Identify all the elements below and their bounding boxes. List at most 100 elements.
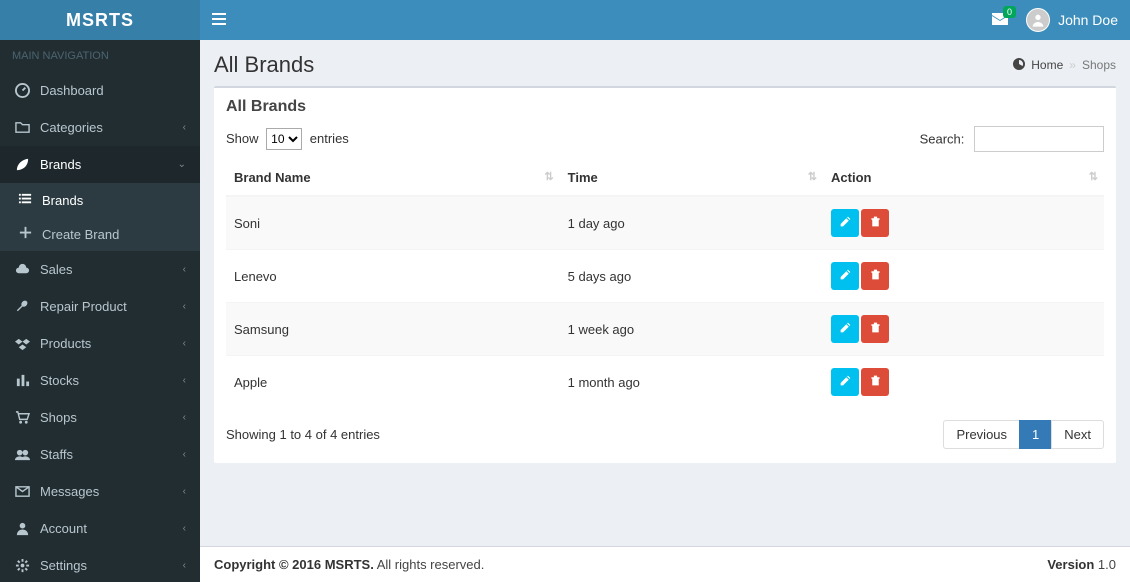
chevron-left-icon: ‹	[183, 486, 186, 497]
column-label: Action	[831, 170, 871, 185]
pencil-icon	[839, 374, 852, 390]
leaf-icon	[14, 157, 30, 172]
sidebar-item-shops[interactable]: Shops‹	[0, 399, 200, 436]
datatable-info: Showing 1 to 4 of 4 entries	[226, 427, 380, 442]
column-action[interactable]: Action⇅	[823, 160, 1104, 196]
sidebar-item-dashboard[interactable]: Dashboard	[0, 72, 200, 109]
sidebar-item-account[interactable]: Account‹	[0, 510, 200, 547]
sidebar-item-label: Brands	[40, 157, 81, 172]
datatable-bottom: Showing 1 to 4 of 4 entries Previous1Nex…	[226, 420, 1104, 449]
main-header: MSRTS 0 John Doe	[0, 0, 1130, 40]
sidebar-item-label: Account	[40, 521, 87, 536]
box: All Brands Show 10 entries Search:	[214, 86, 1116, 463]
cell-action	[823, 250, 1104, 303]
chevron-left-icon: ‹	[183, 122, 186, 133]
delete-button[interactable]	[861, 262, 889, 290]
wrench-icon	[14, 299, 30, 314]
cell-brand-name: Apple	[226, 356, 560, 409]
cell-time: 1 week ago	[560, 303, 823, 356]
sidebar-item-label: Stocks	[40, 373, 79, 388]
sidebar-subitem-create-brand[interactable]: Create Brand	[0, 217, 200, 251]
trash-icon	[869, 215, 882, 231]
nav-user[interactable]: John Doe	[1026, 8, 1118, 32]
cell-brand-name: Lenevo	[226, 250, 560, 303]
cell-action	[823, 196, 1104, 250]
content: All Brands Show 10 entries Search:	[200, 86, 1130, 582]
user-name: John Doe	[1058, 12, 1118, 28]
sidebar-item-sales[interactable]: Sales‹	[0, 251, 200, 288]
delete-button[interactable]	[861, 368, 889, 396]
delete-button[interactable]	[861, 209, 889, 237]
pencil-icon	[839, 215, 852, 231]
sidebar-item-repair-product[interactable]: Repair Product‹	[0, 288, 200, 325]
footer-copyright: Copyright © 2016 MSRTS.	[214, 557, 374, 572]
breadcrumb-home[interactable]: Home	[1031, 58, 1063, 72]
folder-icon	[14, 120, 30, 135]
search-input[interactable]	[974, 126, 1104, 152]
sidebar-item-stocks[interactable]: Stocks ‹	[0, 362, 200, 399]
chevron-left-icon: ‹	[183, 338, 186, 349]
table-row: Samsung1 week ago	[226, 303, 1104, 356]
messages-badge: 0	[1003, 6, 1016, 18]
footer-rights: All rights reserved.	[374, 557, 485, 572]
edit-button[interactable]	[831, 315, 859, 343]
breadcrumb-sep: »	[1069, 58, 1076, 72]
chevron-left-icon: ‹	[183, 375, 186, 386]
delete-button[interactable]	[861, 315, 889, 343]
footer-version: 1.0	[1094, 557, 1116, 572]
chevron-left-icon: ‹	[183, 301, 186, 312]
cell-brand-name: Soni	[226, 196, 560, 250]
dashboard-icon	[14, 83, 30, 98]
envelope-icon	[14, 484, 30, 499]
top-navbar: 0 John Doe	[200, 0, 1130, 40]
list-icon	[18, 191, 32, 209]
hamburger-icon	[212, 12, 226, 26]
chevron-left-icon: ‹	[183, 560, 186, 571]
column-brand-name[interactable]: Brand Name⇅	[226, 160, 560, 196]
pagination-next[interactable]: Next	[1051, 420, 1104, 449]
sidebar-item-staffs[interactable]: Staffs‹	[0, 436, 200, 473]
bar-icon	[14, 373, 30, 388]
edit-button[interactable]	[831, 262, 859, 290]
search-label: Search:	[920, 132, 965, 147]
edit-button[interactable]	[831, 209, 859, 237]
sidebar-item-messages[interactable]: Messages ‹	[0, 473, 200, 510]
nav-messages[interactable]: 0	[992, 12, 1008, 29]
sidebar-item-label: Staffs	[40, 447, 73, 462]
column-time[interactable]: Time⇅	[560, 160, 823, 196]
page-title: All Brands	[214, 52, 314, 78]
sidebar-subitem-brands[interactable]: Brands	[0, 183, 200, 217]
trash-icon	[869, 374, 882, 390]
chevron-left-icon: ‹	[183, 412, 186, 423]
breadcrumb: Home » Shops	[1013, 58, 1116, 73]
sidebar-item-categories[interactable]: Categories‹	[0, 109, 200, 146]
chevron-left-icon: ‹	[183, 264, 186, 275]
footer-version-label: Version	[1047, 557, 1094, 572]
footer-right: Version 1.0	[1047, 557, 1116, 572]
edit-button[interactable]	[831, 368, 859, 396]
dashboard-icon	[1013, 58, 1025, 73]
pagination-prev[interactable]: Previous	[943, 420, 1020, 449]
cell-time: 1 month ago	[560, 356, 823, 409]
sidebar-toggle[interactable]	[212, 12, 226, 29]
gear-icon	[14, 558, 30, 573]
sidebar-item-settings[interactable]: Settings‹	[0, 547, 200, 582]
logo[interactable]: MSRTS	[0, 0, 200, 40]
cell-brand-name: Samsung	[226, 303, 560, 356]
cell-time: 1 day ago	[560, 196, 823, 250]
pagination-page[interactable]: 1	[1019, 420, 1052, 449]
sidebar-item-label: Messages	[40, 484, 99, 499]
length-select[interactable]: 10	[266, 128, 302, 150]
sidebar-item-label: Dashboard	[40, 83, 104, 98]
plus-icon	[18, 225, 32, 243]
sidebar-item-brands[interactable]: Brands⌄	[0, 146, 200, 183]
show-label: Show	[226, 131, 259, 146]
sidebar: MAIN NAVIGATION DashboardCategories‹Bran…	[0, 0, 200, 582]
sidebar-item-products[interactable]: Products‹	[0, 325, 200, 362]
sort-icon: ⇅	[544, 170, 553, 183]
avatar	[1026, 8, 1050, 32]
datatable-search: Search:	[920, 126, 1104, 152]
sidebar-subitem-label: Brands	[42, 193, 83, 208]
sidebar-menu: DashboardCategories‹Brands⌄BrandsCreate …	[0, 72, 200, 582]
datatable-top: Show 10 entries Search:	[226, 126, 1104, 152]
